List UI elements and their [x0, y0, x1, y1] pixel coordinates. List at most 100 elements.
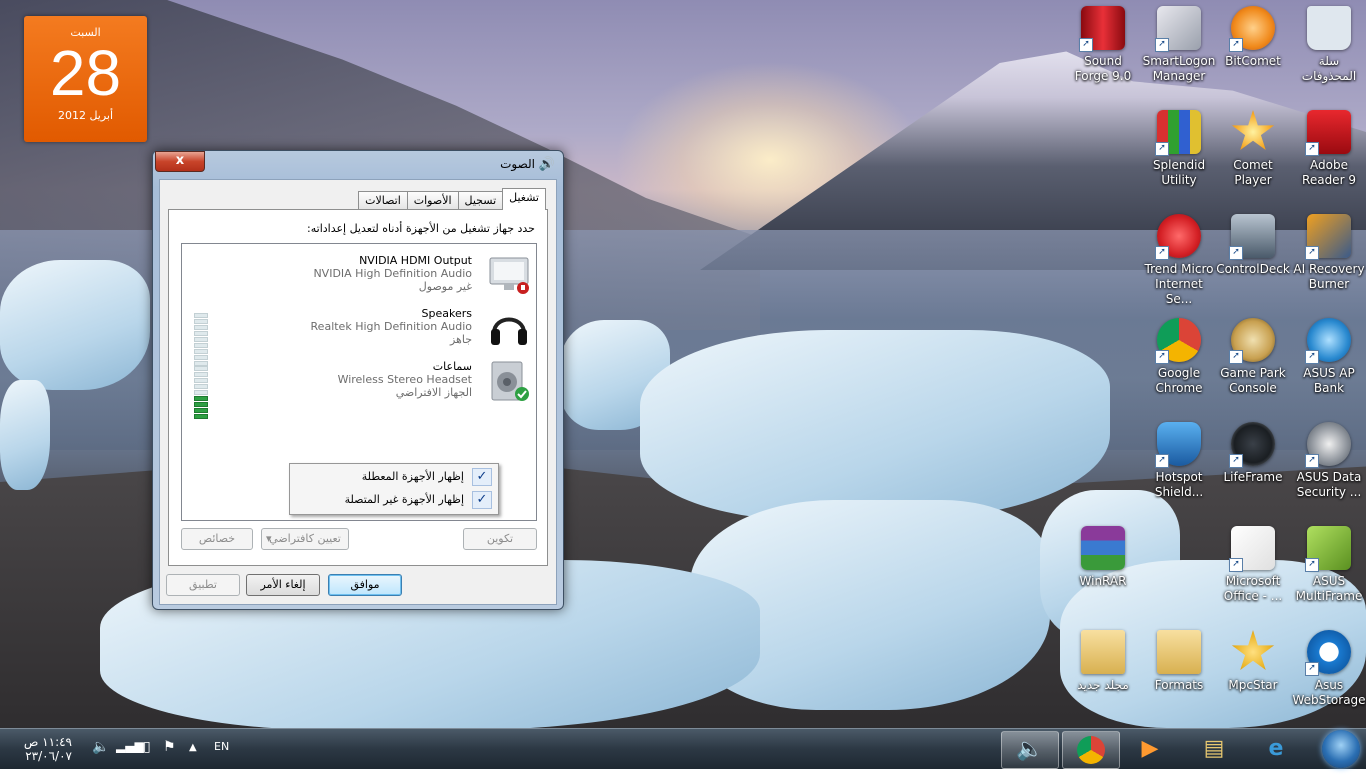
- language-indicator[interactable]: EN: [214, 740, 229, 753]
- desktop-icon-asus-data-security[interactable]: ➚ ASUS Data Security ...: [1292, 422, 1366, 500]
- dialog-title: الصوت: [500, 157, 535, 171]
- flag-icon[interactable]: ⚑: [163, 739, 176, 755]
- desktop-icon-microsoft-office[interactable]: ➚ Microsoft Office - ...: [1216, 526, 1290, 604]
- wallpaper-ice: [640, 330, 1110, 520]
- folder-icon: [1081, 630, 1125, 674]
- taskbar-ie-icon[interactable]: e: [1248, 731, 1304, 767]
- desktop-icon-smartlogon[interactable]: ➚ SmartLogon Manager: [1142, 6, 1216, 84]
- desktop-icon-game-park[interactable]: ➚ Game Park Console: [1216, 318, 1290, 396]
- desktop-icon-google-chrome[interactable]: ➚ Google Chrome: [1142, 318, 1216, 396]
- taskbar-sound-icon[interactable]: 🔈: [1001, 731, 1059, 769]
- shortcut-arrow-icon: ➚: [1305, 142, 1319, 156]
- tab-playback[interactable]: تشغيل: [502, 188, 546, 210]
- asus-webstorage-icon: ➚: [1305, 630, 1351, 676]
- battery-icon[interactable]: ▯: [143, 739, 151, 755]
- set-default-label: تعيين كافتراضي: [269, 532, 341, 545]
- desktop-icon-asus-webstorage[interactable]: ➚ Asus WebStorage: [1292, 630, 1366, 708]
- desktop-icon-sound-forge[interactable]: ➚ Sound Forge 9.0: [1066, 6, 1140, 84]
- calendar-date: 28: [49, 37, 122, 109]
- device-name: Speakers: [421, 307, 472, 320]
- volume-meter: [194, 366, 208, 420]
- properties-button[interactable]: خصائص: [181, 528, 253, 550]
- bitcomet-icon: ➚: [1229, 6, 1275, 52]
- desktop-icon-hotspot-shield[interactable]: ➚ Hotspot Shield...: [1142, 422, 1216, 500]
- controldeck-icon: ➚: [1229, 214, 1275, 260]
- close-button[interactable]: x: [155, 151, 205, 172]
- desktop-icon-label: Sound Forge 9.0: [1074, 54, 1132, 83]
- shortcut-arrow-icon: ➚: [1229, 454, 1243, 468]
- desktop-icon-adobe-reader[interactable]: ➚ Adobe Reader 9: [1292, 110, 1366, 188]
- game-park-icon: ➚: [1229, 318, 1275, 364]
- ai-recovery-burner-icon: ➚: [1305, 214, 1351, 260]
- desktop-icon-label: Microsoft Office - ...: [1223, 574, 1283, 603]
- sound-dialog[interactable]: x 🔊 الصوت تشغيل تسجيل الأصوات اتصالات حد…: [152, 150, 564, 610]
- desktop-icon-controldeck[interactable]: ➚ ControlDeck: [1216, 214, 1290, 277]
- cancel-button[interactable]: إلغاء الأمر: [246, 574, 320, 596]
- taskbar-media-player-icon[interactable]: ▶: [1122, 731, 1178, 767]
- taskbar-chrome-icon[interactable]: [1062, 731, 1120, 769]
- tab-sounds[interactable]: الأصوات: [406, 191, 459, 210]
- desktop-icon-recycle-bin[interactable]: سلة المحذوفات: [1292, 6, 1366, 84]
- recycle-bin-icon: [1307, 6, 1351, 50]
- device-list[interactable]: NVIDIA HDMI Output NVIDIA High Definitio…: [181, 243, 537, 521]
- desktop-icon-splendid-utility[interactable]: ➚ Splendid Utility: [1142, 110, 1216, 188]
- folder-icon: [1157, 630, 1201, 674]
- desktop-icon-formats-folder[interactable]: Formats: [1142, 630, 1216, 693]
- device-item[interactable]: سماعات Wireless Stereo Headset الجهاز ال…: [182, 358, 536, 419]
- shortcut-arrow-icon: ➚: [1305, 246, 1319, 260]
- desktop-icon-bitcomet[interactable]: ➚ BitComet: [1216, 6, 1290, 69]
- start-button[interactable]: [1322, 730, 1360, 768]
- shortcut-arrow-icon: ➚: [1305, 454, 1319, 468]
- device-text: سماعات Wireless Stereo Headset الجهاز ال…: [338, 360, 472, 399]
- device-name: سماعات: [432, 360, 472, 373]
- desktop-icon-label: Formats: [1154, 678, 1204, 692]
- dialog-body: تشغيل تسجيل الأصوات اتصالات حدد جهاز تشغ…: [159, 179, 557, 605]
- desktop-icon-label: ASUS Data Security ...: [1296, 470, 1362, 499]
- device-item[interactable]: Speakers Realtek High Definition Audio ج…: [182, 305, 536, 366]
- desktop-icon-ai-recovery-burner[interactable]: ➚ AI Recovery Burner: [1292, 214, 1366, 292]
- device-name: NVIDIA HDMI Output: [359, 254, 472, 267]
- desktop-icon-new-folder[interactable]: مجلد جديد: [1066, 630, 1140, 693]
- shortcut-arrow-icon: ➚: [1229, 38, 1243, 52]
- apply-button[interactable]: تطبيق: [166, 574, 240, 596]
- tab-recording[interactable]: تسجيل: [457, 191, 504, 210]
- device-status: جاهز: [449, 333, 472, 346]
- desktop-icon-asus-ap-bank[interactable]: ➚ ASUS AP Bank: [1292, 318, 1366, 396]
- volume-icon[interactable]: 🔈: [92, 739, 109, 755]
- desktop-icon-comet-player[interactable]: Comet Player: [1216, 110, 1290, 188]
- device-item[interactable]: NVIDIA HDMI Output NVIDIA High Definitio…: [182, 252, 536, 304]
- set-default-button[interactable]: تعيين كافتراضي ▾: [261, 528, 349, 550]
- configure-button[interactable]: تكوين: [463, 528, 537, 550]
- device-text: Speakers Realtek High Definition Audio ج…: [311, 307, 472, 346]
- desktop-icon-winrar[interactable]: WinRAR: [1066, 526, 1140, 589]
- desktop-icon-label: Splendid Utility: [1152, 158, 1206, 187]
- desktop-icon-lifeframe[interactable]: ➚ LifeFrame: [1216, 422, 1290, 485]
- calendar-gadget[interactable]: السبت 28 أبريل 2012: [24, 16, 147, 142]
- desktop-icon-label: AI Recovery Burner: [1293, 262, 1365, 291]
- tray-clock[interactable]: ١١:٤٩ ص ٢٣/٠٦/٠٧: [22, 735, 72, 763]
- wallpaper-ice: [0, 380, 50, 490]
- comet-player-icon: [1231, 110, 1275, 151]
- desktop-icon-asus-multiframe[interactable]: ➚ ASUS MultiFrame: [1292, 526, 1366, 604]
- checkmark-icon: ✓: [472, 491, 492, 509]
- signal-icon[interactable]: ▂▄▆: [116, 739, 144, 753]
- ok-button[interactable]: موافق: [328, 574, 402, 596]
- shortcut-arrow-icon: ➚: [1155, 350, 1169, 364]
- desktop-icon-label: Comet Player: [1233, 158, 1273, 187]
- taskbar-explorer-icon[interactable]: ▤: [1186, 731, 1242, 767]
- menu-item-show-disabled[interactable]: ✓ إظهار الأجهزة المعطلة: [290, 466, 498, 488]
- menu-item-show-disconnected[interactable]: ✓ إظهار الأجهزة غير المتصلة: [290, 489, 498, 511]
- shortcut-arrow-icon: ➚: [1229, 558, 1243, 572]
- winrar-icon: [1081, 526, 1125, 570]
- asus-multiframe-icon: ➚: [1305, 526, 1351, 572]
- playback-panel: حدد جهاز تشغيل من الأجهزة أدناه لتعديل إ…: [168, 209, 548, 566]
- tab-communications[interactable]: اتصالات: [358, 191, 408, 210]
- adobe-reader-icon: ➚: [1305, 110, 1351, 156]
- trend-micro-icon: ➚: [1155, 214, 1201, 260]
- desktop-icon-mpcstar[interactable]: MpcStar: [1216, 630, 1290, 693]
- desktop-icon-label: WinRAR: [1079, 574, 1127, 588]
- show-hidden-icons-icon[interactable]: ▲: [189, 742, 197, 753]
- desktop-icon-trend-micro[interactable]: ➚ Trend Micro Internet Se...: [1142, 214, 1216, 307]
- lifeframe-icon: ➚: [1229, 422, 1275, 468]
- device-status: غير موصول: [418, 280, 472, 293]
